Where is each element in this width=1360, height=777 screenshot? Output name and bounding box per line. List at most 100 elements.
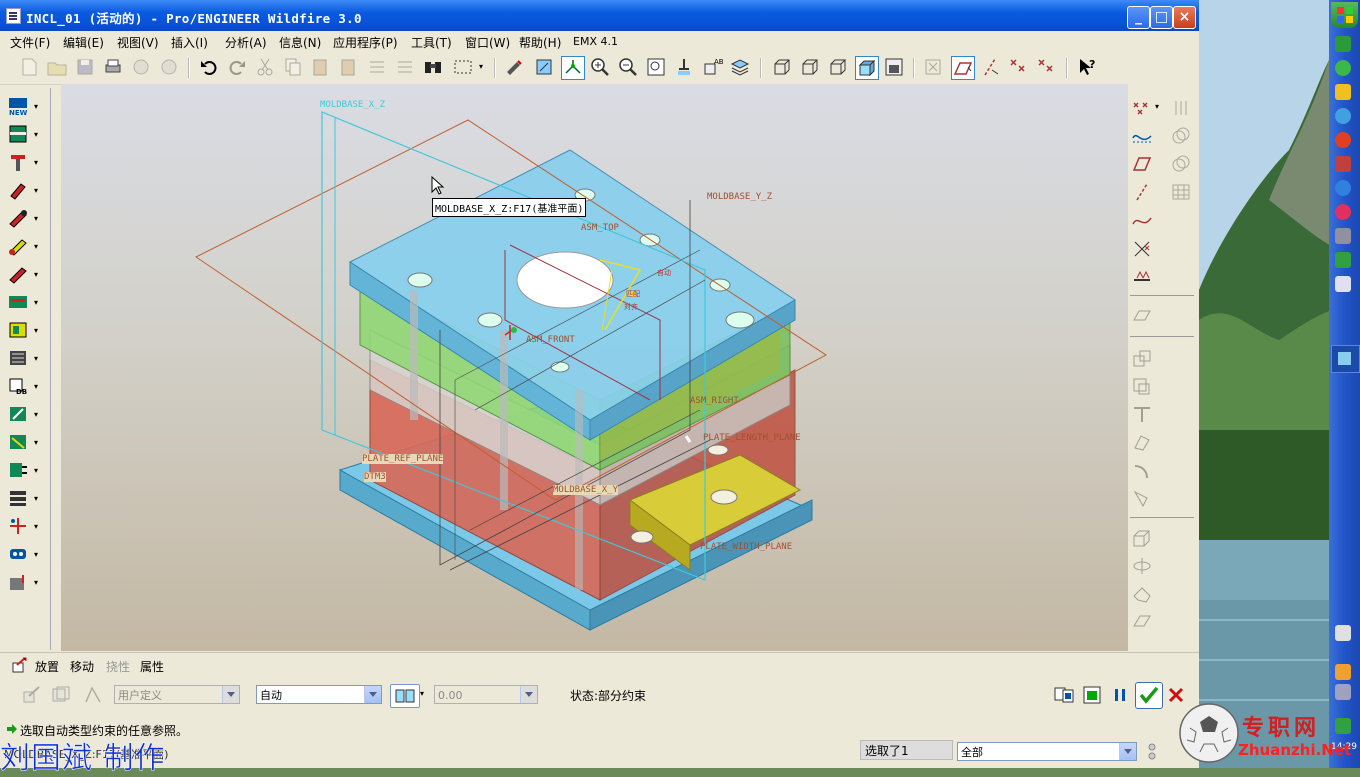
send-link-icon[interactable] [158, 56, 180, 78]
copy-icon[interactable] [282, 56, 304, 78]
datum-axes-icon[interactable] [979, 56, 1001, 78]
chevron-down-icon[interactable] [364, 686, 381, 703]
chevron-down-icon[interactable] [1119, 743, 1136, 760]
display-icon[interactable] [1335, 684, 1351, 700]
chevron-down-icon[interactable]: ▾ [34, 410, 38, 419]
slider-icon[interactable] [7, 320, 29, 340]
traffic-light-icon[interactable] [1145, 742, 1159, 762]
mold-assembly-model[interactable] [61, 84, 1128, 651]
tab-properties[interactable]: 属性 [140, 658, 164, 675]
coordinate-systems-icon[interactable] [1035, 56, 1057, 78]
datum-label-plate-width-plane[interactable]: PLATE_WIDTH_PLANE [700, 542, 792, 552]
datum-planes-icon[interactable] [951, 56, 975, 80]
zoom-in-icon[interactable] [589, 56, 611, 78]
spin-center-icon[interactable] [533, 56, 555, 78]
new-component-icon[interactable]: NEW [7, 96, 29, 116]
rib-icon[interactable] [1131, 460, 1153, 480]
offset-value-input[interactable]: 0.00 [434, 685, 538, 704]
paste-icon[interactable] [310, 56, 332, 78]
start-button[interactable] [1331, 2, 1358, 28]
volume-icon[interactable] [1335, 664, 1351, 680]
chevron-down-icon[interactable]: ▾ [34, 438, 38, 447]
dowel-pin-icon[interactable] [7, 208, 29, 228]
pattern-icon[interactable] [1170, 182, 1192, 202]
assemble-icon[interactable] [1131, 348, 1153, 368]
offset-type-button[interactable] [390, 684, 420, 708]
configure-icon[interactable] [7, 572, 29, 592]
security-tray-icon[interactable] [1335, 252, 1351, 268]
tab-flexibility[interactable]: 挠性 [106, 658, 130, 675]
datum-curve-tool-icon[interactable] [1131, 210, 1153, 230]
cooling-icon[interactable] [7, 292, 29, 312]
separate-window-icon[interactable] [50, 684, 72, 706]
ie-icon[interactable] [1335, 276, 1351, 292]
title-bar[interactable]: INCL_01 (活动的) - Pro/ENGINEER Wildfire 3.… [0, 0, 1199, 31]
datum-plane-tool-icon[interactable] [1131, 154, 1153, 174]
create-component-icon[interactable] [1131, 376, 1153, 396]
network-icon[interactable] [1335, 108, 1351, 124]
app-tray-icon[interactable] [1335, 156, 1351, 172]
assembly-window-icon[interactable] [82, 684, 104, 706]
datum-label-moldbase-x-y[interactable]: MOLDBASE_X_Y [553, 485, 619, 495]
extrude-icon[interactable] [1131, 528, 1153, 548]
orient-mode-icon[interactable] [561, 56, 585, 80]
sprue-bushing-icon[interactable] [7, 264, 29, 284]
draft-icon[interactable] [1131, 488, 1153, 508]
pause-icon[interactable] [1109, 684, 1131, 706]
menu-help[interactable]: 帮助(H) [519, 34, 561, 51]
chevron-down-icon[interactable] [520, 686, 537, 703]
tab-placement[interactable]: 放置 [35, 658, 59, 675]
drawing-icon[interactable] [7, 404, 29, 424]
paste-special-icon[interactable] [338, 56, 360, 78]
revolve-icon[interactable] [1131, 556, 1153, 576]
repaint-icon[interactable] [503, 56, 525, 78]
screw-icon[interactable] [7, 180, 29, 200]
redo-icon[interactable] [226, 56, 248, 78]
chevron-down-icon[interactable]: ▾ [34, 130, 38, 139]
coordinate-system-tool-icon[interactable] [1131, 238, 1153, 258]
chevron-down-icon[interactable]: ▾ [34, 578, 38, 587]
constraint-set-select[interactable]: 用户定义 [114, 685, 240, 704]
send-mail-icon[interactable] [130, 56, 152, 78]
pocket-icon[interactable] [7, 516, 29, 536]
filter-select[interactable]: 全部 [957, 742, 1137, 761]
bom-icon[interactable] [7, 432, 29, 452]
lifter-icon[interactable] [7, 348, 29, 368]
chevron-down-icon[interactable]: ▾ [34, 326, 38, 335]
saved-views-icon[interactable]: AB [701, 56, 723, 78]
refresh-icon[interactable] [1335, 60, 1351, 76]
print-icon[interactable] [102, 56, 124, 78]
datum-point-tool-icon[interactable] [1131, 98, 1153, 118]
datum-display-icon[interactable] [922, 56, 944, 78]
find-icon[interactable] [422, 56, 444, 78]
datum-axis-tool-icon[interactable] [1131, 182, 1153, 202]
chevron-down-icon[interactable]: ▾ [479, 62, 483, 71]
chevron-down-icon[interactable] [222, 686, 239, 703]
merge-icon[interactable] [1170, 126, 1192, 146]
maximize-button[interactable]: □ [1150, 6, 1173, 29]
minimize-button[interactable]: _ [1127, 6, 1150, 29]
shading-icon[interactable] [855, 56, 879, 80]
chevron-down-icon[interactable]: ▾ [34, 522, 38, 531]
taskbar-proe-button[interactable] [1331, 345, 1360, 373]
user-tray-icon[interactable] [1335, 228, 1351, 244]
chevron-down-icon[interactable]: ▾ [34, 270, 38, 279]
menu-info[interactable]: 信息(N) [279, 34, 321, 51]
selection-box-icon[interactable] [452, 56, 474, 78]
show-assembly-window-icon[interactable] [1081, 684, 1103, 706]
constraint-type-select[interactable]: 自动 [256, 685, 382, 704]
menu-insert[interactable]: 插入(I) [171, 34, 208, 51]
datum-label-asm-right[interactable]: ASM_RIGHT [690, 396, 739, 406]
layers-icon[interactable] [729, 56, 751, 78]
connection-type-icon[interactable] [21, 684, 43, 706]
sweep-icon[interactable] [1131, 584, 1153, 604]
chevron-down-icon[interactable]: ▾ [34, 102, 38, 111]
database-icon[interactable]: DB [7, 376, 29, 396]
clearance-check-icon[interactable] [7, 460, 29, 480]
menu-view[interactable]: 视图(V) [117, 34, 159, 51]
chevron-down-icon[interactable]: ▾ [34, 186, 38, 195]
whats-this-help-icon[interactable]: ? [1076, 56, 1098, 78]
wireframe-icon[interactable] [771, 56, 793, 78]
blend-icon[interactable] [1131, 612, 1153, 632]
insert-plane-icon[interactable] [1131, 306, 1153, 326]
